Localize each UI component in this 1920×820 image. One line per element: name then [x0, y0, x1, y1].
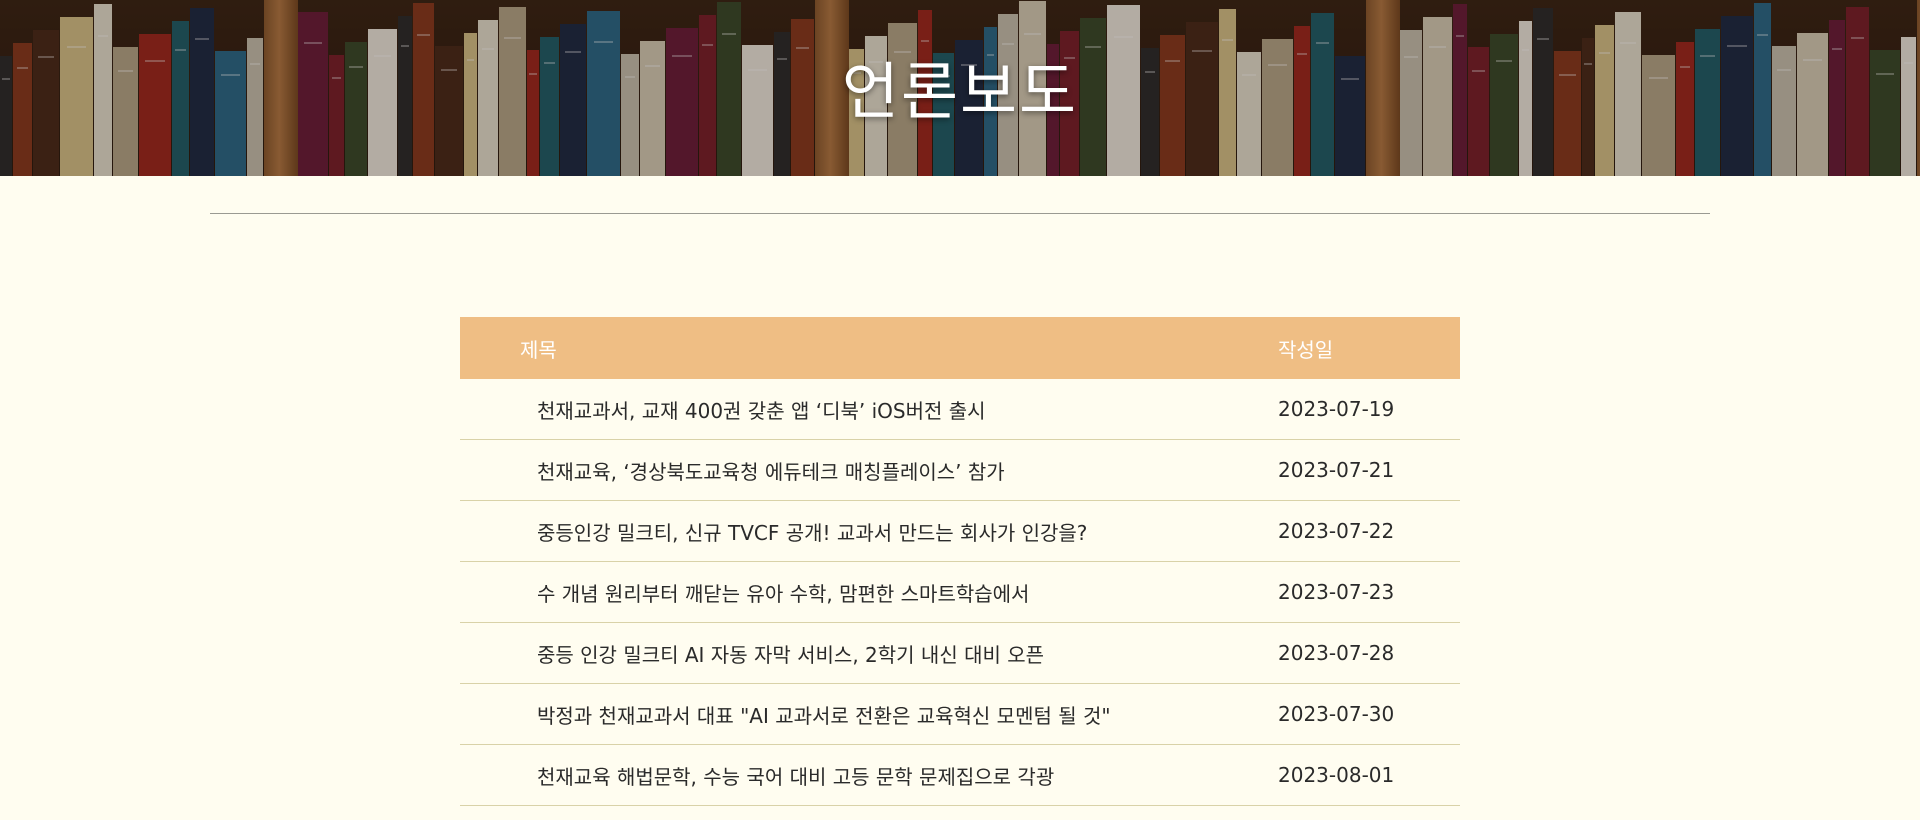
row-date: 2023-07-22 — [1278, 519, 1395, 543]
row-title-link[interactable]: 수 개념 원리부터 깨닫는 유아 수학, 맘편한 스마트학습에서 — [460, 578, 1278, 607]
row-title-link[interactable]: 천재교육 해법문학, 수능 국어 대비 고등 문학 문제집으로 각광 — [460, 761, 1278, 790]
row-date: 2023-07-21 — [1278, 458, 1395, 482]
row-title-link[interactable]: 중등 인강 밀크티 AI 자동 자막 서비스, 2학기 내신 대비 오픈 — [460, 639, 1278, 668]
row-title-link[interactable]: 박정과 천재교과서 대표 "AI 교과서로 전환은 교육혁신 모멘텀 될 것" — [460, 700, 1278, 729]
row-date: 2023-07-28 — [1278, 641, 1395, 665]
table-row[interactable]: 천재교육 해법문학, 수능 국어 대비 고등 문학 문제집으로 각광 2023-0… — [460, 745, 1460, 806]
page-title: 언론보도 — [841, 55, 1079, 128]
table-row[interactable]: 천재교과서, 교재 400권 갖춘 앱 ‘디북’ iOS버전 출시 2023-07… — [460, 379, 1460, 440]
row-title-link[interactable]: 천재교과서, 교재 400권 갖춘 앱 ‘디북’ iOS버전 출시 — [460, 395, 1278, 424]
table-row[interactable]: 수 개념 원리부터 깨닫는 유아 수학, 맘편한 스마트학습에서 2023-07-… — [460, 562, 1460, 623]
board-header: 제목 작성일 — [460, 317, 1460, 379]
row-title-link[interactable]: 천재교육, ‘경상북도교육청 에듀테크 매칭플레이스’ 참가 — [460, 456, 1278, 485]
row-date: 2023-07-30 — [1278, 702, 1395, 726]
table-row[interactable]: 중등 인강 밀크티 AI 자동 자막 서비스, 2학기 내신 대비 오픈 2023… — [460, 623, 1460, 684]
row-date: 2023-07-19 — [1278, 397, 1395, 421]
column-header-title: 제목 — [520, 337, 557, 362]
table-row[interactable]: 중등인강 밀크티, 신규 TVCF 공개! 교과서 만드는 회사가 인강을? 20… — [460, 501, 1460, 562]
hero-banner: 언론보도 — [0, 0, 1920, 176]
column-header-date: 작성일 — [1278, 337, 1334, 362]
row-title-link[interactable]: 중등인강 밀크티, 신규 TVCF 공개! 교과서 만드는 회사가 인강을? — [460, 517, 1278, 546]
table-row[interactable]: 박정과 천재교과서 대표 "AI 교과서로 전환은 교육혁신 모멘텀 될 것" 2… — [460, 684, 1460, 745]
board-rows: 천재교과서, 교재 400권 갖춘 앱 ‘디북’ iOS버전 출시 2023-07… — [460, 379, 1460, 806]
row-date: 2023-07-23 — [1278, 580, 1395, 604]
row-date: 2023-08-01 — [1278, 763, 1395, 787]
header-divider — [210, 213, 1710, 214]
press-release-board: 제목 작성일 천재교과서, 교재 400권 갖춘 앱 ‘디북’ iOS버전 출시… — [460, 317, 1460, 806]
table-row[interactable]: 천재교육, ‘경상북도교육청 에듀테크 매칭플레이스’ 참가 2023-07-21 — [460, 440, 1460, 501]
